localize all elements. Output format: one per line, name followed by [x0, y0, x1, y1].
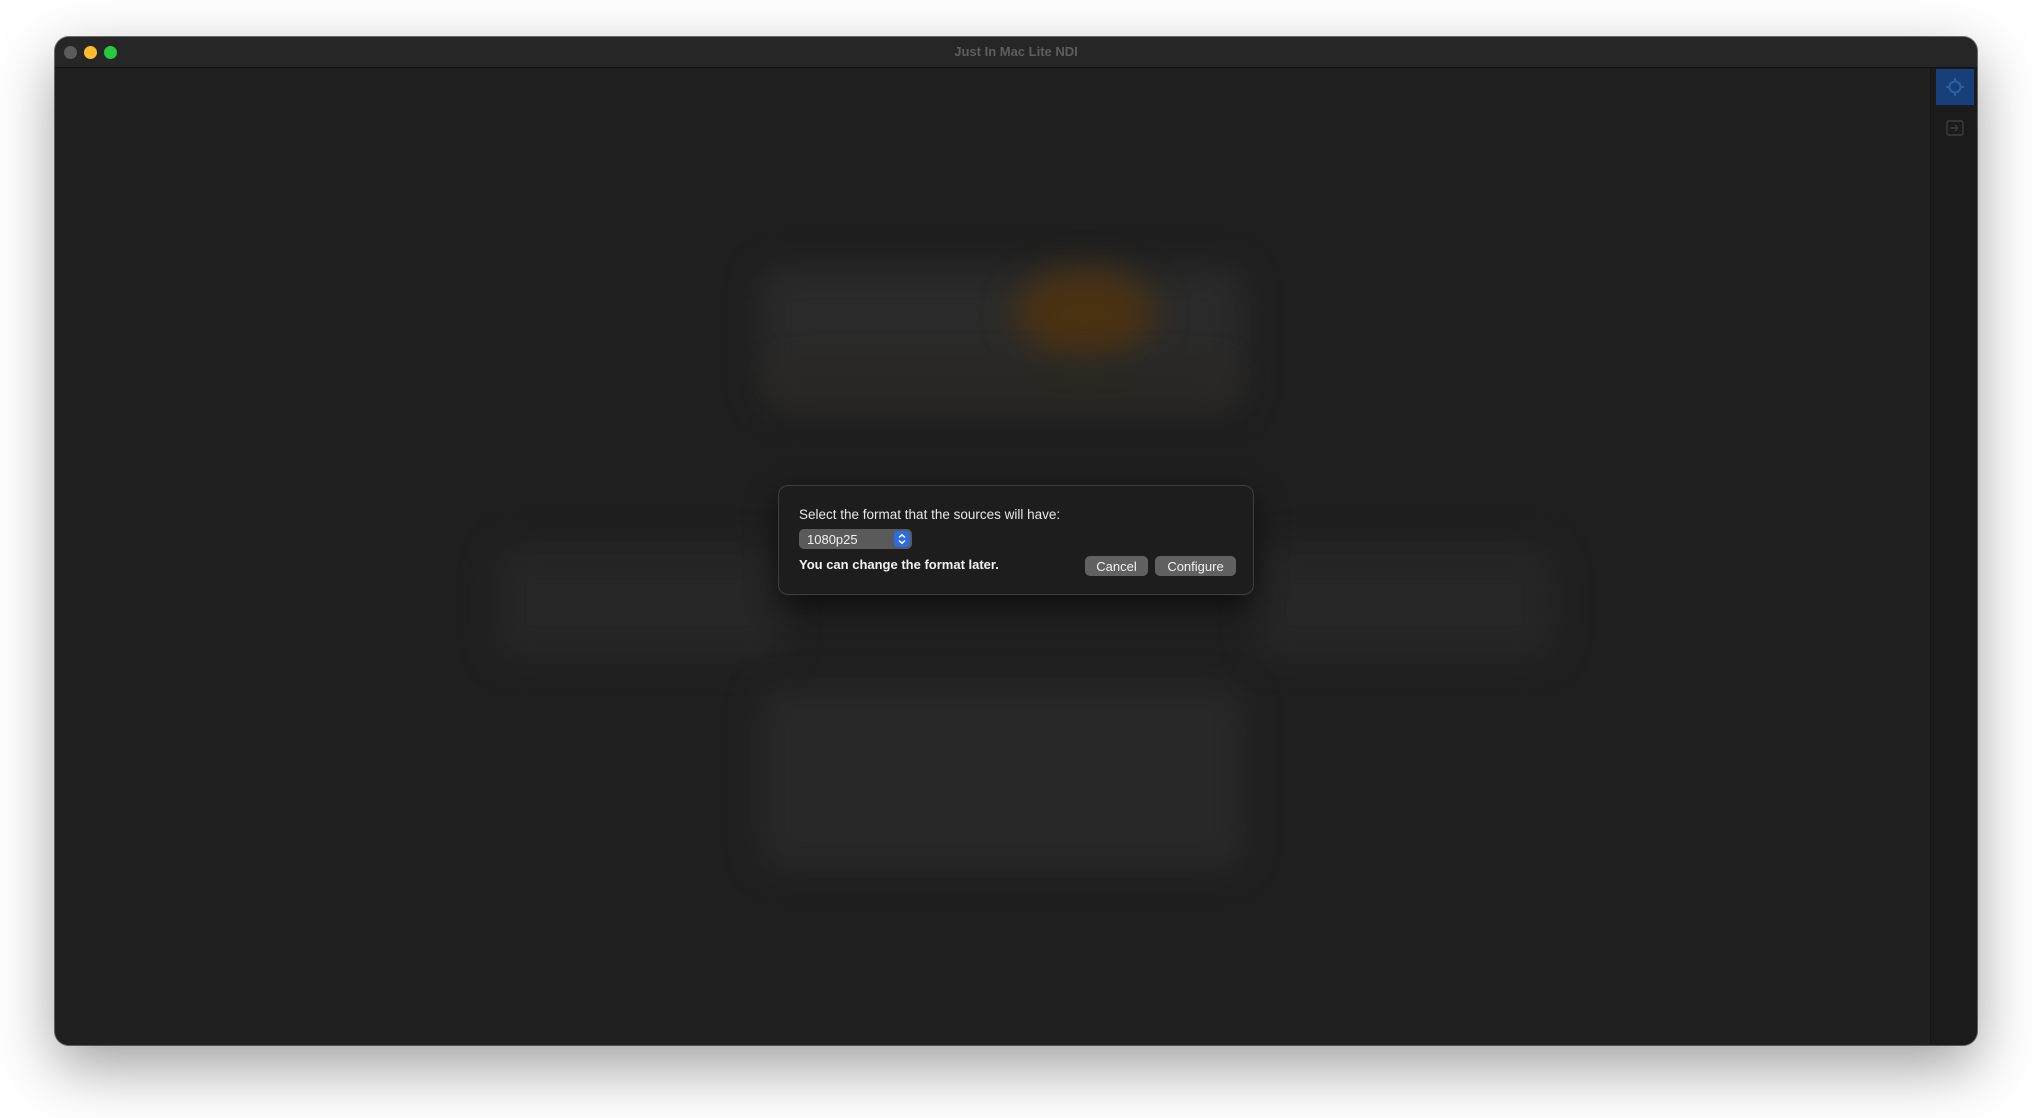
configure-button[interactable]: Configure [1155, 556, 1236, 576]
title-bar: Just In Mac Lite NDI [55, 37, 1977, 68]
dialog-prompt: Select the format that the sources will … [799, 507, 1061, 522]
settings-button[interactable] [1936, 69, 1974, 105]
blurred-background-highlight [1015, 268, 1155, 358]
blurred-background-panel-right [1255, 548, 1555, 658]
window-title: Just In Mac Lite NDI [954, 44, 1078, 59]
blurred-background-panel-left [495, 548, 785, 658]
format-select-value: 1080p25 [807, 532, 858, 547]
format-dialog: Select the format that the sources will … [778, 485, 1254, 595]
up-down-chevron-icon [894, 531, 910, 547]
gear-icon [1946, 78, 1964, 96]
input-icon [1946, 120, 1964, 136]
right-sidebar [1930, 68, 1977, 1045]
cancel-button[interactable]: Cancel [1085, 556, 1148, 576]
input-button[interactable] [1936, 110, 1974, 146]
blurred-background-strip [775, 368, 1230, 398]
blurred-background-panel-bottom [760, 688, 1245, 868]
dialog-hint: You can change the format later. [799, 557, 999, 572]
format-select[interactable]: 1080p25 [799, 529, 912, 549]
